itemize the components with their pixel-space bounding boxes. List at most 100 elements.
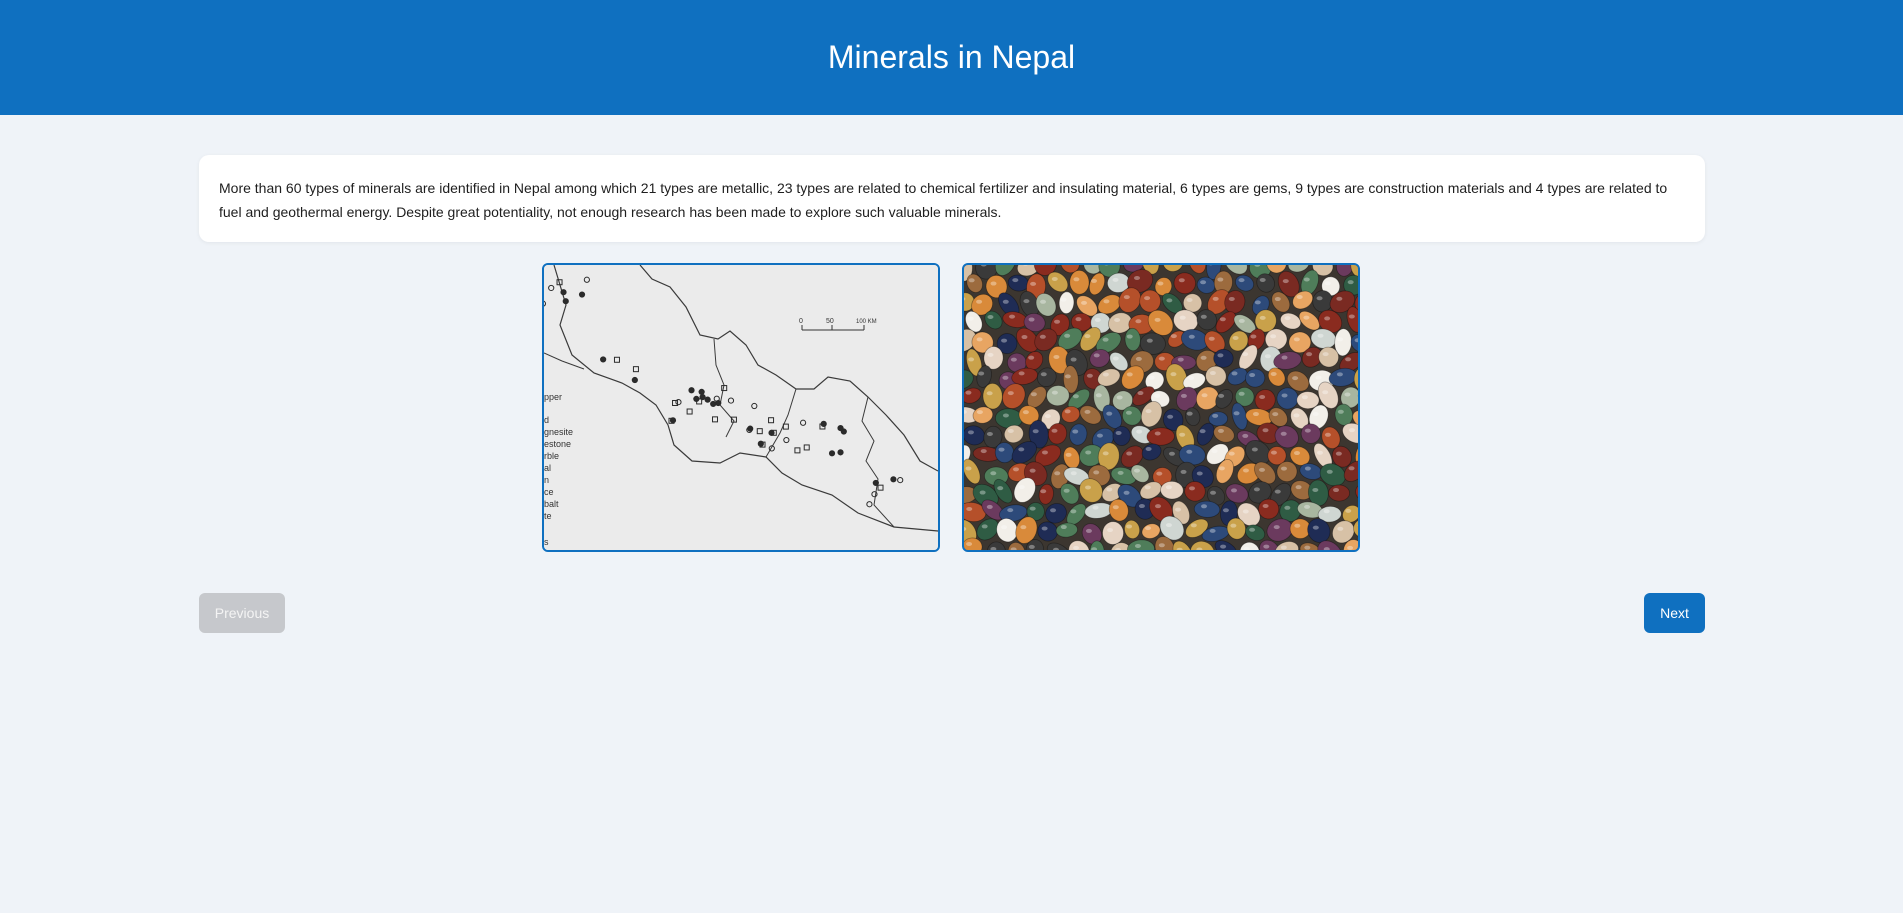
gem-highlight — [1022, 410, 1029, 415]
gem-highlight — [1040, 489, 1047, 494]
gem-highlight — [1186, 297, 1193, 302]
gem-highlight — [1230, 488, 1237, 493]
map-symbol — [820, 420, 827, 427]
gem-highlight — [1196, 471, 1203, 476]
gem-highlight — [1064, 374, 1071, 379]
mineral-map-image[interactable]: 0 50 100 KM pper d gnesite estone rble a… — [542, 263, 940, 552]
legend-fragment: te — [544, 511, 552, 521]
page-header: Minerals in Nepal — [0, 0, 1903, 115]
gem-highlight — [976, 299, 983, 304]
gem-highlight — [1007, 428, 1014, 433]
gem-highlight — [1259, 315, 1266, 320]
map-symbol — [837, 424, 844, 432]
gem-highlight — [1315, 375, 1322, 380]
gem-highlight — [1135, 356, 1142, 361]
gem-highlight — [1348, 466, 1355, 471]
gem-highlight — [1065, 452, 1072, 457]
gem-highlight — [1002, 375, 1009, 380]
gem-highlight — [1085, 450, 1092, 455]
map-symbol — [578, 291, 586, 298]
gem-highlight — [1316, 296, 1323, 301]
gem-highlight — [1186, 411, 1193, 416]
gem-highlight — [1084, 334, 1091, 339]
gem-highlight — [1212, 413, 1219, 418]
gem-highlight — [967, 316, 974, 321]
gem-highlight — [1123, 490, 1130, 495]
gem-highlight — [1166, 298, 1173, 303]
gem-highlight — [1326, 469, 1333, 474]
gem-highlight — [1072, 394, 1079, 399]
gem-highlight — [1200, 280, 1207, 285]
gem-highlight — [1158, 356, 1165, 361]
gem-highlight — [1304, 466, 1311, 471]
gem-highlight — [1259, 394, 1266, 399]
gem-highlight — [1007, 391, 1014, 396]
gem-highlight — [1102, 451, 1109, 456]
gem-highlight — [1018, 485, 1025, 490]
gem-highlight — [1324, 281, 1331, 286]
gem-highlight — [981, 524, 988, 529]
gem-highlight — [1336, 372, 1343, 377]
gem-highlight — [1188, 334, 1195, 339]
gem-highlight — [1186, 449, 1193, 454]
info-card: More than 60 types of minerals are ident… — [199, 155, 1705, 242]
gem-highlight — [1158, 543, 1165, 548]
gem-highlight — [997, 486, 1004, 491]
gem-highlight — [1242, 433, 1249, 438]
gem-highlight — [1250, 334, 1257, 339]
gem-highlight — [1324, 316, 1331, 321]
gem-highlight — [1157, 281, 1164, 286]
legend-fragment: ce — [544, 487, 554, 497]
gem-highlight — [1154, 431, 1161, 436]
gem-highlight — [1170, 372, 1177, 377]
gem-highlight — [1284, 505, 1291, 510]
gem-highlight — [967, 430, 974, 435]
gem-highlight — [1028, 544, 1035, 549]
gem-highlight — [987, 314, 994, 319]
gem-highlight — [1039, 334, 1046, 339]
gem-highlight — [1200, 314, 1207, 319]
gem-highlight — [1112, 505, 1119, 510]
gem-highlight — [1324, 432, 1331, 437]
gem-highlight — [1177, 357, 1184, 362]
gem-highlight — [1270, 450, 1277, 455]
gem-highlight — [1201, 393, 1208, 398]
gem-highlight — [1281, 393, 1288, 398]
scale-label-100km: 100 KM — [856, 319, 877, 325]
gem-highlight — [1114, 317, 1121, 322]
gem-highlight — [1094, 317, 1101, 322]
gem-highlight — [1317, 333, 1324, 338]
gem-highlight — [987, 352, 994, 357]
gem-highlight — [1020, 525, 1027, 530]
gem-highlight — [1012, 278, 1019, 283]
gemstones-image[interactable] — [962, 263, 1360, 552]
gem-highlight — [1081, 300, 1088, 305]
gem-highlight — [1293, 413, 1300, 418]
gem-highlight — [1230, 523, 1237, 528]
gem-highlight — [1070, 509, 1077, 514]
gem-highlight — [1029, 468, 1036, 473]
gem-highlight — [998, 447, 1005, 452]
gem-highlight — [1137, 391, 1144, 396]
gem-highlight — [1274, 297, 1281, 302]
gem-highlight — [1084, 409, 1091, 414]
map-symbol — [872, 479, 879, 487]
gem-highlight — [986, 432, 993, 437]
map-symbol — [768, 429, 775, 436]
gem-highlight — [1138, 504, 1145, 509]
map-symbol — [698, 388, 705, 395]
gem-highlight — [986, 504, 993, 509]
gem-highlight — [1126, 451, 1133, 456]
gem-highlight — [1312, 487, 1319, 492]
gem-highlight — [1002, 299, 1009, 304]
gem-highlight — [1201, 504, 1208, 509]
gem-highlight — [1303, 315, 1310, 320]
gem-highlight — [1208, 336, 1215, 341]
gem-highlight — [1333, 488, 1340, 493]
gem-highlight — [1165, 523, 1172, 528]
next-button[interactable]: Next — [1644, 593, 1705, 633]
gem-highlight — [1259, 467, 1266, 472]
previous-button[interactable]: Previous — [199, 593, 285, 633]
gem-highlight — [1053, 354, 1060, 359]
gem-highlight — [1232, 335, 1239, 340]
